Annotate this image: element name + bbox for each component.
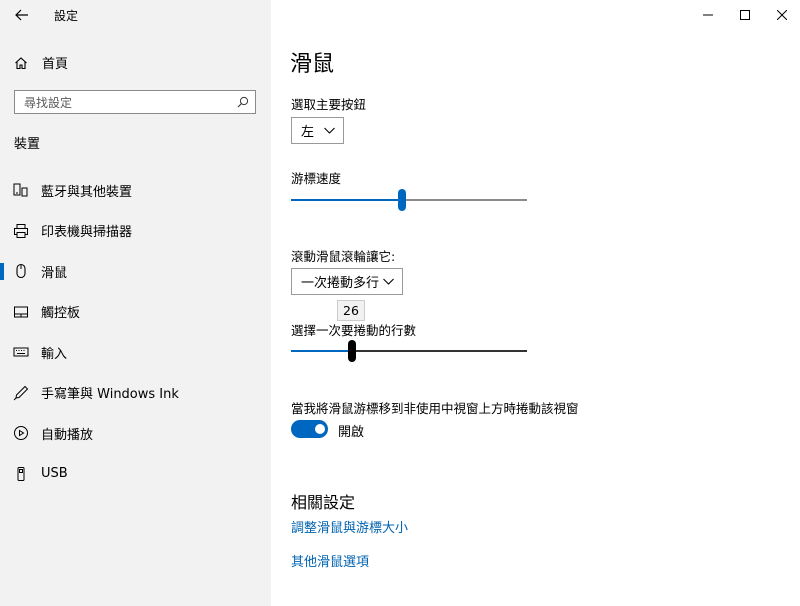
search-placeholder: 尋找設定 (24, 95, 73, 110)
toggle-state-label: 開啟 (338, 425, 365, 440)
main-content: 滑鼠 選取主要按鈕 左 游標速度 滾動滑鼠滾輪讓它: 一次捲動多行 選擇一次要捲… (271, 0, 800, 606)
slider-fill (291, 199, 402, 201)
sidebar-item-label: USB (41, 466, 68, 482)
title-bar: 設定 (0, 0, 271, 30)
scroll-lines-label: 選擇一次要捲動的行數 (291, 323, 417, 338)
window-controls (689, 0, 800, 30)
maximize-icon (739, 10, 750, 20)
scroll-mode-label: 滾動滑鼠滾輪讓它: (291, 249, 396, 264)
home-label: 首頁 (42, 57, 69, 72)
app-title: 設定 (54, 9, 79, 23)
mouse-icon (13, 263, 29, 279)
pen-icon (13, 385, 29, 401)
close-icon (776, 10, 787, 20)
slider-fill (291, 350, 352, 352)
page-title: 滑鼠 (290, 52, 335, 77)
primary-button-label: 選取主要按鈕 (291, 97, 367, 112)
sidebar-item-autoplay[interactable]: 自動播放 (0, 413, 271, 454)
sidebar-item-label: 自動播放 (41, 427, 94, 443)
section-heading: 裝置 (14, 137, 41, 152)
adjust-mouse-cursor-size-link[interactable]: 調整滑鼠與游標大小 (291, 517, 408, 536)
slider-thumb[interactable] (398, 189, 406, 211)
printer-icon (13, 223, 29, 239)
sidebar-item-bluetooth[interactable]: 藍牙與其他裝置 (0, 170, 271, 211)
minimize-button[interactable] (689, 0, 726, 30)
scroll-mode-select[interactable]: 一次捲動多行 (291, 268, 403, 295)
inactive-scroll-toggle[interactable] (291, 420, 328, 438)
cursor-speed-label: 游標速度 (291, 171, 342, 186)
cursor-speed-slider[interactable] (291, 188, 527, 212)
scroll-lines-tooltip: 26 (337, 300, 365, 321)
maximize-button[interactable] (726, 0, 763, 30)
scroll-lines-slider[interactable] (291, 339, 527, 363)
sidebar: 設定 首頁 尋找設定 裝置 藍牙與其他裝置 印表機與掃描器 滑鼠 觸控板 輸入 … (0, 0, 271, 606)
autoplay-icon (13, 425, 29, 441)
sidebar-item-label: 輸入 (41, 346, 68, 362)
home-nav-item[interactable]: 首頁 (14, 53, 68, 72)
back-arrow-icon (15, 9, 28, 21)
primary-button-select[interactable]: 左 (291, 117, 344, 144)
related-settings-heading: 相關設定 (291, 493, 356, 512)
keyboard-icon (13, 344, 29, 360)
close-button[interactable] (763, 0, 800, 30)
inactive-scroll-label: 當我將滑鼠游標移到非使用中視窗上方時捲動該視窗 (291, 401, 579, 416)
sidebar-item-label: 觸控板 (41, 306, 81, 322)
sidebar-item-printers[interactable]: 印表機與掃描器 (0, 211, 271, 252)
sidebar-item-label: 滑鼠 (41, 265, 68, 281)
additional-mouse-options-link[interactable]: 其他滑鼠選項 (291, 551, 369, 570)
toggle-knob (315, 424, 325, 434)
usb-icon (13, 466, 29, 482)
touchpad-icon (13, 304, 29, 320)
primary-button-value: 左 (301, 125, 315, 140)
sidebar-item-pen[interactable]: 手寫筆與 Windows Ink (0, 373, 271, 414)
search-icon (237, 96, 249, 108)
sidebar-item-usb[interactable]: USB (0, 454, 271, 495)
home-icon (15, 56, 27, 69)
minimize-icon (702, 14, 713, 16)
sidebar-item-mouse[interactable]: 滑鼠 (0, 251, 271, 292)
sidebar-nav: 藍牙與其他裝置 印表機與掃描器 滑鼠 觸控板 輸入 手寫筆與 Windows I… (0, 170, 271, 494)
sidebar-item-label: 手寫筆與 Windows Ink (41, 387, 179, 403)
search-settings-input[interactable]: 尋找設定 (14, 90, 256, 114)
sidebar-item-label: 印表機與掃描器 (41, 225, 133, 241)
chevron-down-icon (383, 278, 394, 285)
bluetooth-devices-icon (13, 182, 29, 198)
sidebar-item-typing[interactable]: 輸入 (0, 332, 271, 373)
chevron-down-icon (324, 127, 335, 134)
sidebar-item-touchpad[interactable]: 觸控板 (0, 292, 271, 333)
sidebar-item-label: 藍牙與其他裝置 (41, 184, 133, 200)
scroll-mode-value: 一次捲動多行 (301, 276, 380, 291)
back-button[interactable] (8, 2, 36, 28)
slider-thumb[interactable] (348, 340, 356, 362)
